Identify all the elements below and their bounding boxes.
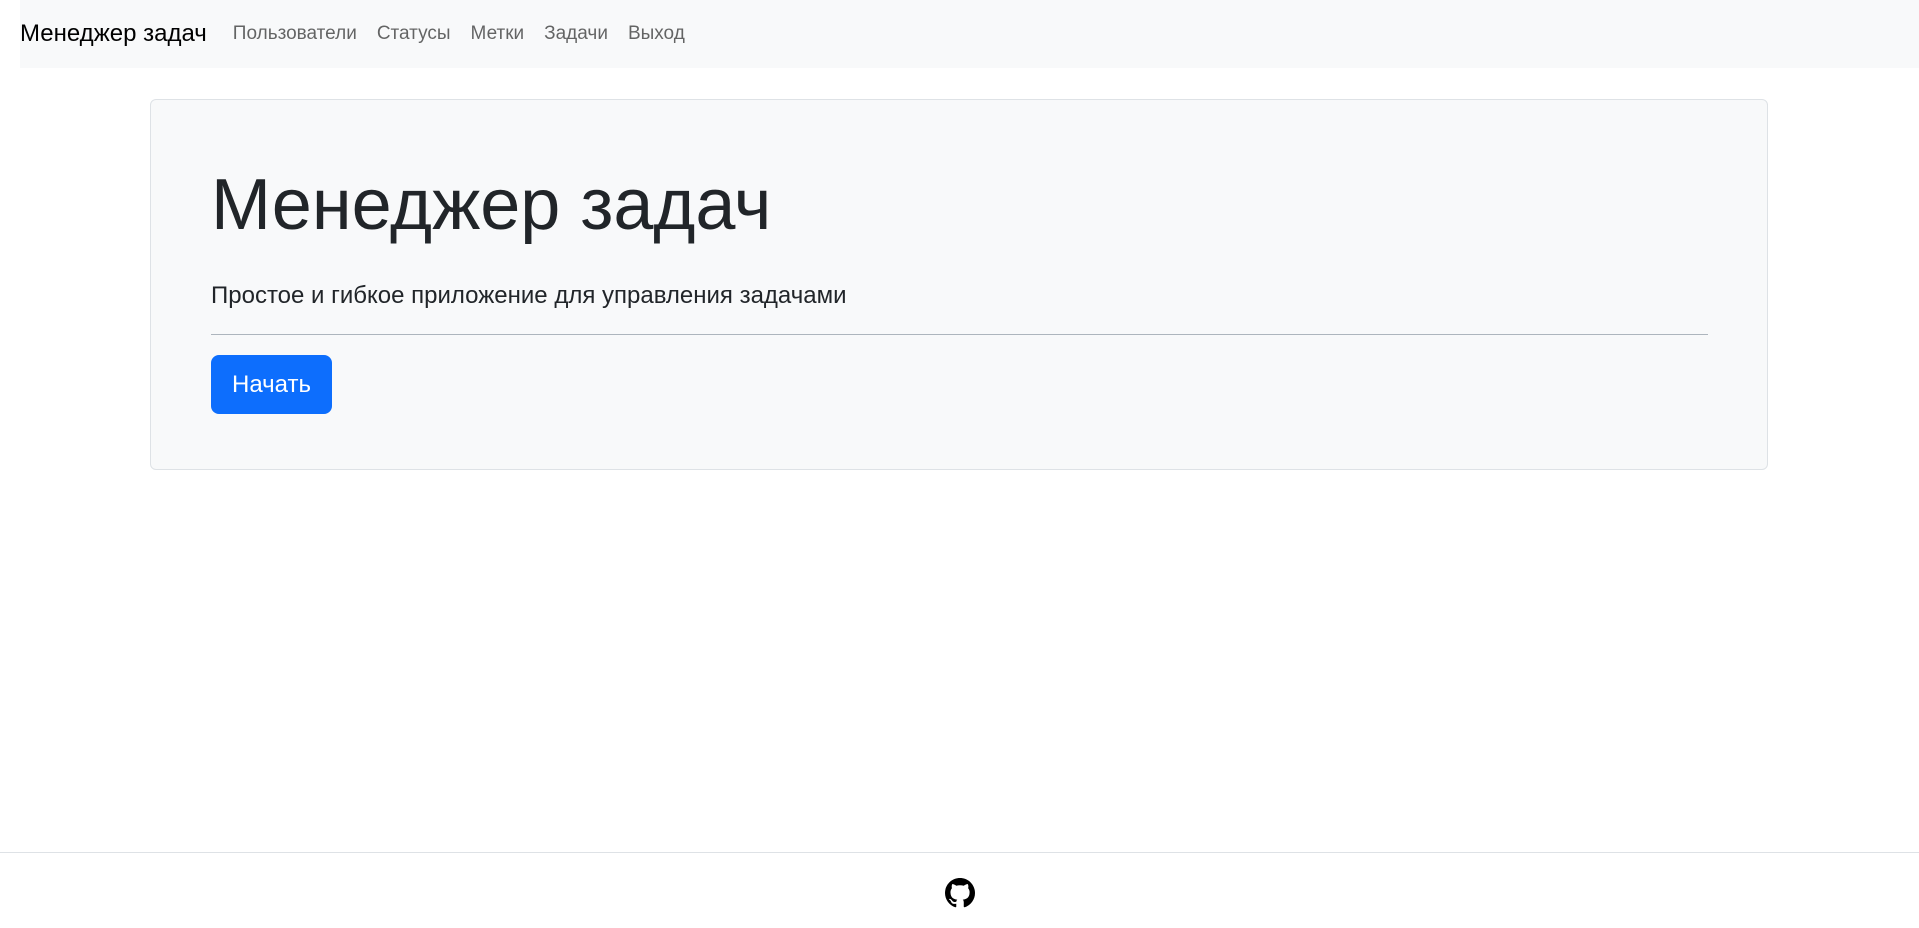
- nav-link-logout[interactable]: Выход: [628, 23, 685, 45]
- nav-link-statuses[interactable]: Статусы: [377, 23, 451, 45]
- nav-link-labels[interactable]: Метки: [471, 23, 525, 45]
- hero-divider: [211, 334, 1708, 335]
- hero-title: Менеджер задач: [211, 165, 772, 245]
- footer: [0, 852, 1919, 928]
- hero-lead: Простое и гибкое приложение для управлен…: [211, 282, 847, 309]
- github-icon: [945, 878, 975, 908]
- navbar-brand[interactable]: Менеджер задач: [20, 20, 207, 48]
- nav-link-users[interactable]: Пользователи: [233, 23, 357, 45]
- hero-panel: Менеджер задач Простое и гибкое приложен…: [150, 99, 1768, 470]
- github-link[interactable]: [945, 878, 975, 908]
- navbar: Менеджер задач Пользователи Статусы Метк…: [20, 0, 1919, 68]
- start-button[interactable]: Начать: [211, 355, 332, 414]
- nav-link-tasks[interactable]: Задачи: [544, 23, 608, 45]
